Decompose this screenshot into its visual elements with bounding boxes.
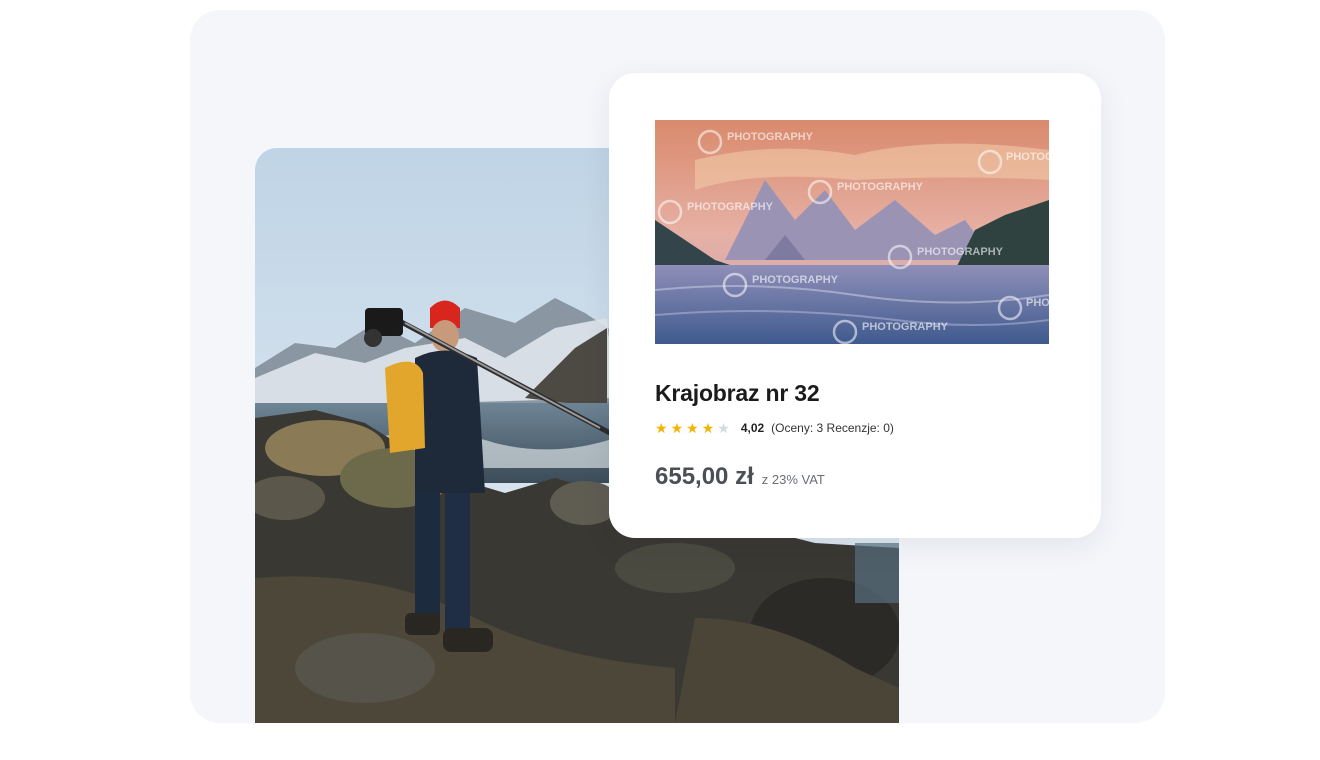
star-icon: ★ <box>670 420 684 436</box>
star-icon: ★ <box>717 420 730 436</box>
star-icon: ★ <box>686 420 699 436</box>
product-price: 655,00 zł <box>655 463 754 490</box>
vat-note: z 23% VAT <box>761 472 825 487</box>
svg-text:PHOTOGRAPHY: PHOTOGRAPHY <box>752 274 839 286</box>
rating-row: ★ ★ ★ ★ ★ 4,02 (Oceny: 3 Recenzje: 0) <box>655 419 894 437</box>
rating-value: 4,02 <box>740 421 765 435</box>
product-image[interactable]: PHOTOGRAPHY PHOTOGRAPHY PHOTOGRAPHY PHOT… <box>655 120 1049 344</box>
showcase-stage: PHOTOGRAPHY PHOTOGRAPHY PHOTOGRAPHY PHOT… <box>190 10 1165 723</box>
svg-text:PHOTOGRAPHY: PHOTOGRAPHY <box>687 201 774 213</box>
svg-text:PHOTOGRAPHY: PHOTOGRAPHY <box>1006 151 1049 163</box>
star-icon: ★ <box>701 420 715 436</box>
star-icon: ★ <box>655 420 668 436</box>
svg-text:PHOTOGRAPHY: PHOTOGRAPHY <box>917 246 1004 258</box>
svg-text:PHOTOGRAPHY: PHOTOGRAPHY <box>837 181 924 193</box>
product-title[interactable]: Krajobraz nr 32 <box>655 380 820 407</box>
svg-text:PHOTOGRAPHY: PHOTOGRAPHY <box>727 131 814 143</box>
rating-meta: (Oceny: 3 Recenzje: 0) <box>771 421 894 435</box>
svg-text:PHOTOGRAPHY: PHOTOGRAPHY <box>862 321 949 333</box>
svg-text:PHOTOGRAPHY: PHOTOGRAPHY <box>1026 297 1049 309</box>
price-row: 655,00 zł z 23% VAT <box>655 463 825 491</box>
product-card[interactable]: PHOTOGRAPHY PHOTOGRAPHY PHOTOGRAPHY PHOT… <box>609 73 1101 538</box>
